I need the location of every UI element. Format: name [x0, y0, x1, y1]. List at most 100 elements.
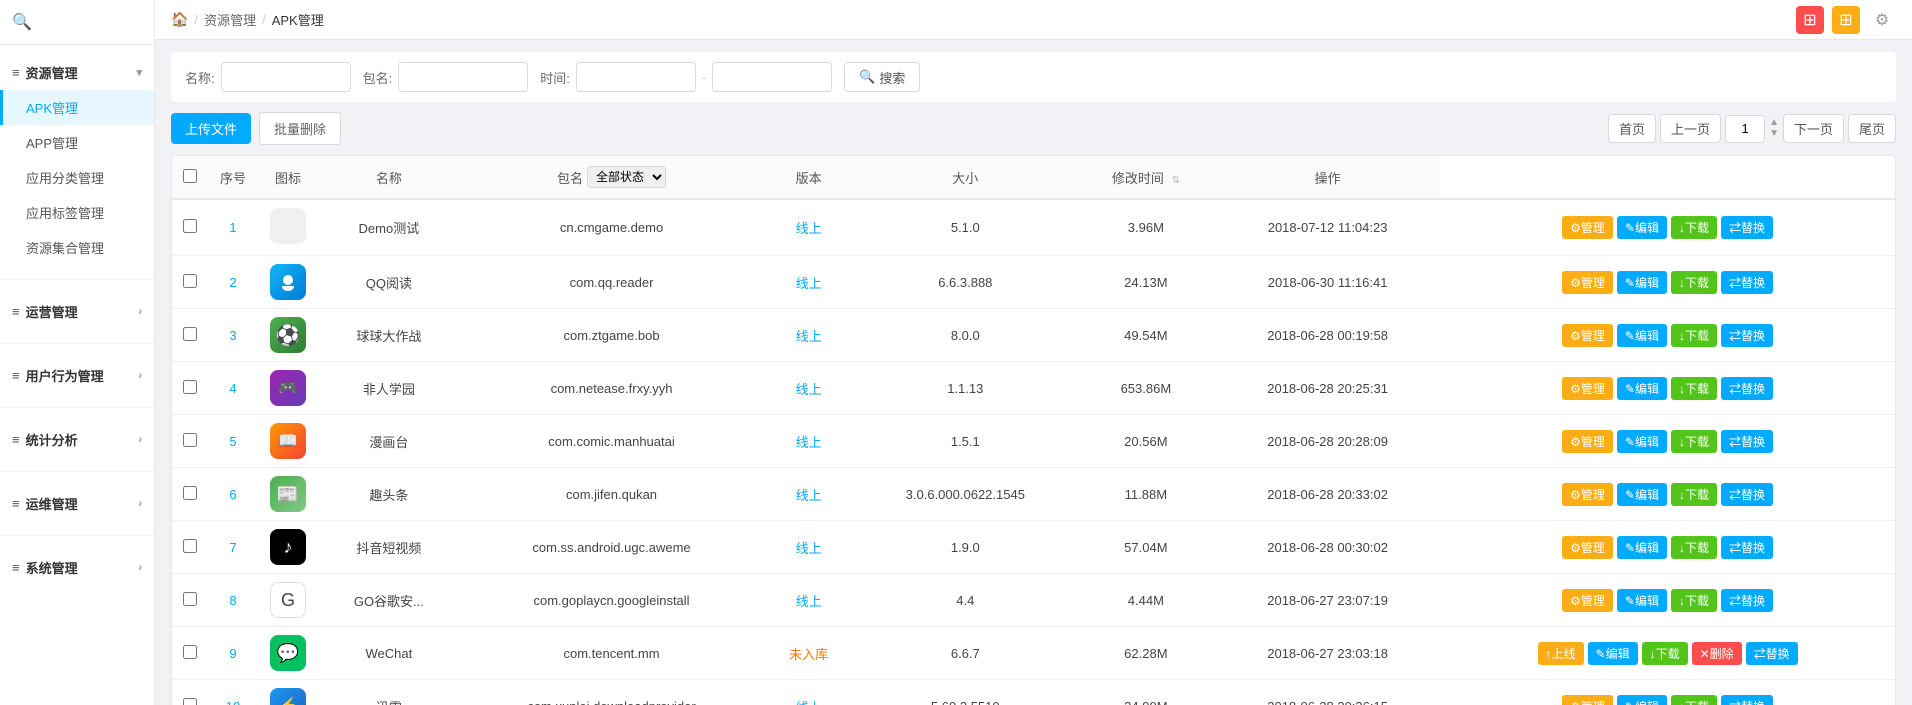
row-checkbox[interactable] [183, 486, 197, 500]
replace-button[interactable]: ⇄替换 [1721, 430, 1773, 453]
delete-button[interactable]: ✕删除 [1692, 642, 1742, 665]
online-button[interactable]: ↑上线 [1538, 642, 1584, 665]
replace-button[interactable]: ⇄替换 [1721, 695, 1773, 705]
row-mtime: 2018-06-27 23:07:19 [1215, 574, 1440, 627]
seq-link[interactable]: 1 [229, 220, 236, 235]
row-checkbox[interactable] [183, 327, 197, 341]
download-button[interactable]: ↓下载 [1671, 536, 1717, 559]
topbar-red-button[interactable]: ⊞ [1796, 6, 1824, 34]
sidebar-group-user-header[interactable]: ≡ 用户行为管理 › [0, 358, 154, 393]
download-button[interactable]: ↓下载 [1671, 377, 1717, 400]
download-button[interactable]: ↓下载 [1671, 324, 1717, 347]
edit-button[interactable]: ✎编辑 [1617, 695, 1667, 705]
edit-button[interactable]: ✎编辑 [1617, 271, 1667, 294]
edit-button[interactable]: ✎编辑 [1617, 430, 1667, 453]
search-button[interactable]: 🔍 搜索 [844, 62, 920, 92]
replace-button[interactable]: ⇄替换 [1721, 589, 1773, 612]
edit-button[interactable]: ✎编辑 [1617, 324, 1667, 347]
row-size: 24.13M [1077, 256, 1215, 309]
manage-button[interactable]: ⚙管理 [1562, 483, 1613, 506]
download-button[interactable]: ↓下载 [1671, 430, 1717, 453]
download-button[interactable]: ↓下载 [1671, 695, 1717, 705]
edit-button[interactable]: ✎编辑 [1617, 589, 1667, 612]
row-status: 未入库 [763, 627, 854, 680]
search-time-to[interactable] [712, 62, 832, 92]
replace-button[interactable]: ⇄替换 [1746, 642, 1798, 665]
row-seq: 2 [208, 256, 258, 309]
search-name-input[interactable] [221, 62, 351, 92]
manage-button[interactable]: ⚙管理 [1562, 377, 1613, 400]
manage-button[interactable]: ⚙管理 [1562, 536, 1613, 559]
row-checkbox[interactable] [183, 380, 197, 394]
edit-button[interactable]: ✎编辑 [1617, 483, 1667, 506]
search-pkg-input[interactable] [398, 62, 528, 92]
row-version: 1.5.1 [854, 415, 1077, 468]
sidebar: 🔍 ≡ 资源管理 ▾ APK管理 APP管理 应用分类管理 应用标签管理 资源集… [0, 0, 155, 705]
sidebar-group-resource-header[interactable]: ≡ 资源管理 ▾ [0, 55, 154, 90]
page-down-arrow-top[interactable]: ▼ [1769, 129, 1779, 139]
download-button[interactable]: ↓下载 [1671, 216, 1717, 239]
row-seq: 7 [208, 521, 258, 574]
prev-page-top-button[interactable]: 上一页 [1660, 114, 1721, 143]
replace-button[interactable]: ⇄替换 [1721, 216, 1773, 239]
sidebar-group-ops-header[interactable]: ≡ 运营管理 › [0, 294, 154, 329]
sidebar-item-app[interactable]: APP管理 [0, 125, 154, 160]
manage-button[interactable]: ⚙管理 [1562, 271, 1613, 294]
app-icon-xunlei: ⚡ [270, 688, 306, 705]
row-checkbox[interactable] [183, 219, 197, 233]
row-checkbox[interactable] [183, 274, 197, 288]
app-icon-google: G [270, 582, 306, 618]
page-number-top-input[interactable] [1725, 115, 1765, 143]
status-filter-select[interactable]: 全部状态 线上 线下 未入库 [587, 166, 666, 188]
sidebar-item-apptag[interactable]: 应用标签管理 [0, 195, 154, 230]
page-up-arrow-top[interactable]: ▲ [1769, 118, 1779, 128]
replace-button[interactable]: ⇄替换 [1721, 324, 1773, 347]
edit-button[interactable]: ✎编辑 [1617, 536, 1667, 559]
download-button[interactable]: ↓下载 [1671, 483, 1717, 506]
replace-button[interactable]: ⇄替换 [1721, 271, 1773, 294]
select-all-checkbox[interactable] [183, 169, 197, 183]
download-button[interactable]: ↓下载 [1671, 271, 1717, 294]
row-checkbox[interactable] [183, 645, 197, 659]
breadcrumb-resource[interactable]: 资源管理 [204, 10, 256, 29]
row-checkbox[interactable] [183, 433, 197, 447]
edit-button[interactable]: ✎编辑 [1588, 642, 1638, 665]
download-button[interactable]: ↓下载 [1671, 589, 1717, 612]
sidebar-group-stat-header[interactable]: ≡ 统计分析 › [0, 422, 154, 457]
sort-icon[interactable]: ⇅ [1171, 175, 1179, 186]
row-size: 49.54M [1077, 309, 1215, 362]
sidebar-item-resset[interactable]: 资源集合管理 [0, 230, 154, 265]
row-checkbox[interactable] [183, 539, 197, 553]
replace-button[interactable]: ⇄替换 [1721, 536, 1773, 559]
replace-button[interactable]: ⇄替换 [1721, 377, 1773, 400]
edit-button[interactable]: ✎编辑 [1617, 216, 1667, 239]
sidebar-item-apk[interactable]: APK管理 [0, 90, 154, 125]
sidebar-item-appcat[interactable]: 应用分类管理 [0, 160, 154, 195]
sidebar-group-maint-header[interactable]: ≡ 运维管理 › [0, 486, 154, 521]
manage-button[interactable]: ⚙管理 [1562, 695, 1613, 705]
last-page-top-button[interactable]: 尾页 [1848, 114, 1896, 143]
topbar-gear-button[interactable]: ⚙ [1868, 6, 1896, 34]
first-page-top-button[interactable]: 首页 [1608, 114, 1656, 143]
row-mtime: 2018-06-28 20:25:31 [1215, 362, 1440, 415]
topbar-yellow-button[interactable]: ⊞ [1832, 6, 1860, 34]
replace-button[interactable]: ⇄替换 [1721, 483, 1773, 506]
sidebar-group-sys-header[interactable]: ≡ 系统管理 › [0, 550, 154, 585]
row-seq: 1 [208, 199, 258, 256]
row-checkbox[interactable] [183, 592, 197, 606]
upload-button[interactable]: 上传文件 [171, 113, 251, 144]
manage-button[interactable]: ⚙管理 [1562, 324, 1613, 347]
manage-button[interactable]: ⚙管理 [1562, 430, 1613, 453]
row-seq: 5 [208, 415, 258, 468]
edit-button[interactable]: ✎编辑 [1617, 377, 1667, 400]
search-time-from[interactable] [576, 62, 696, 92]
batch-delete-button[interactable]: 批量删除 [259, 112, 341, 145]
download-button[interactable]: ↓下载 [1642, 642, 1688, 665]
row-actions: ⚙管理✎编辑↓下载⇄替换 [1440, 199, 1895, 256]
home-icon[interactable]: 🏠 [171, 11, 188, 28]
manage-button[interactable]: ⚙管理 [1562, 589, 1613, 612]
next-page-top-button[interactable]: 下一页 [1783, 114, 1844, 143]
manage-button[interactable]: ⚙管理 [1562, 216, 1613, 239]
row-mtime: 2018-06-28 20:28:09 [1215, 415, 1440, 468]
row-checkbox[interactable] [183, 698, 197, 705]
